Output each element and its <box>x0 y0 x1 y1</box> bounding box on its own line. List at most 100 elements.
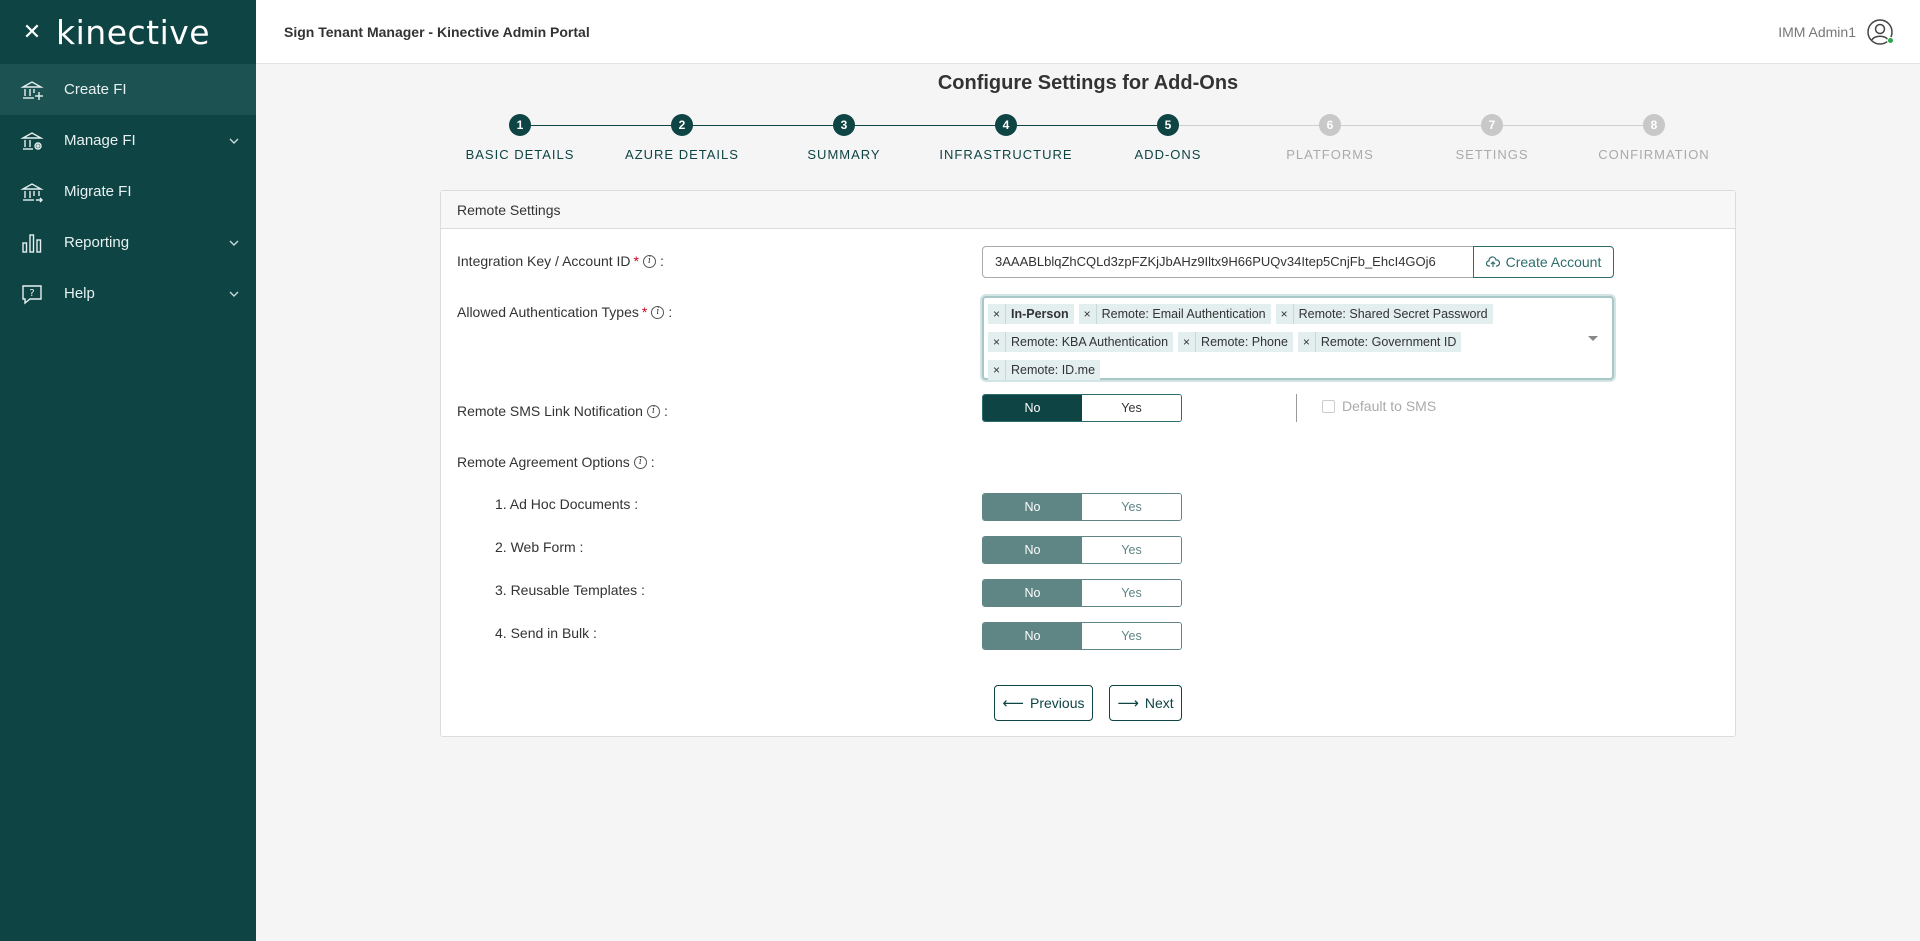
remote-settings-card: Remote Settings Integration Key / Accoun… <box>440 190 1736 737</box>
toggle-yes[interactable]: Yes <box>1082 537 1181 563</box>
toggle-no[interactable]: No <box>983 537 1082 563</box>
sidebar-item-help[interactable]: ? Help <box>0 268 256 319</box>
arrow-left-icon: ⟵ <box>1002 695 1025 712</box>
user-name[interactable]: IMM Admin1 <box>1778 24 1856 40</box>
integration-key-label-row: Integration Key / Account ID * i : <box>457 253 664 269</box>
sidebar-item-reporting[interactable]: Reporting <box>0 217 256 268</box>
bar-chart-icon <box>20 231 44 255</box>
close-icon[interactable]: ✕ <box>20 21 44 43</box>
online-status-dot <box>1887 36 1894 44</box>
logo: kinective <box>56 12 211 52</box>
chevron-down-icon <box>229 291 239 297</box>
previous-label: Previous <box>1030 695 1085 711</box>
integration-key-input[interactable]: 3AAABLblqZhCQLd3zpFZKjJbAHz9Iltx9H66PUQv… <box>982 246 1475 278</box>
ad-hoc-documents-toggle[interactable]: No Yes <box>982 493 1182 521</box>
chip-remove-icon[interactable]: × <box>1276 304 1294 324</box>
step-settings: 7 SETTINGS <box>1411 112 1573 162</box>
sms-label-row: Remote SMS Link Notification i : <box>457 403 668 419</box>
auth-types-multiselect[interactable]: × In-Person × Remote: Email Authentication… <box>982 296 1614 380</box>
required-marker: * <box>633 253 639 269</box>
step-number: 1 <box>509 114 531 136</box>
chip-remove-icon[interactable]: × <box>988 332 1006 352</box>
next-button[interactable]: ⟶ Next <box>1109 685 1182 721</box>
reusable-templates-toggle[interactable]: No Yes <box>982 579 1182 607</box>
step-azure-details: 2 AZURE DETAILS <box>601 112 763 162</box>
toggle-yes[interactable]: Yes <box>1082 623 1181 649</box>
toggle-yes[interactable]: Yes <box>1082 395 1181 421</box>
arrow-right-icon: ⟶ <box>1117 695 1139 712</box>
toggle-yes[interactable]: Yes <box>1082 494 1181 520</box>
info-icon[interactable]: i <box>646 404 660 418</box>
sidebar-item-label: Manage FI <box>64 132 136 149</box>
step-label: AZURE DETAILS <box>625 147 739 162</box>
step-number: 3 <box>833 114 855 136</box>
chip-remove-icon[interactable]: × <box>988 304 1006 324</box>
sidebar-item-label: Reporting <box>64 234 130 251</box>
auth-types-label: Allowed Authentication Types <box>457 304 639 320</box>
step-platforms: 6 PLATFORMS <box>1249 112 1411 162</box>
step-number: 6 <box>1319 114 1341 136</box>
bank-migrate-icon <box>20 180 44 204</box>
sidebar-item-manage-fi[interactable]: Manage FI <box>0 115 256 166</box>
toggle-no[interactable]: No <box>983 494 1082 520</box>
chevron-down-icon <box>229 240 239 246</box>
sidebar: ✕ kinective Create FI Manage FI Migrate … <box>0 0 256 941</box>
info-icon[interactable]: i <box>633 455 647 469</box>
sidebar-item-label: Migrate FI <box>64 183 132 200</box>
next-label: Next <box>1144 695 1174 711</box>
auth-types-chips: × In-Person × Remote: Email Authentication… <box>988 302 1583 386</box>
step-label: SETTINGS <box>1455 147 1529 162</box>
chip-government-id: × Remote: Government ID <box>1297 332 1462 352</box>
chip-label: Remote: Shared Secret Password <box>1298 307 1488 321</box>
cloud-upload-icon <box>1485 256 1500 267</box>
toggle-no[interactable]: No <box>983 395 1082 421</box>
user-avatar-icon[interactable] <box>1866 18 1894 46</box>
agreement-option-label: 3. Reusable Templates : <box>495 582 645 598</box>
colon: : <box>663 403 668 419</box>
create-account-button[interactable]: Create Account <box>1473 246 1614 278</box>
info-icon[interactable]: i <box>651 305 665 319</box>
agreement-option-label: 1. Ad Hoc Documents : <box>495 496 639 512</box>
web-form-toggle[interactable]: No Yes <box>982 536 1182 564</box>
card-title: Remote Settings <box>441 191 1735 229</box>
checkbox-box[interactable] <box>1322 399 1335 413</box>
sidebar-item-migrate-fi[interactable]: Migrate FI <box>0 166 256 217</box>
chip-email-auth: × Remote: Email Authentication <box>1078 304 1271 324</box>
help-chat-icon: ? <box>20 282 44 306</box>
dropdown-caret-icon[interactable] <box>1588 336 1598 341</box>
step-label: ADD-ONS <box>1134 147 1202 162</box>
toggle-yes[interactable]: Yes <box>1082 580 1181 606</box>
chip-remove-icon[interactable]: × <box>1178 332 1197 352</box>
previous-button[interactable]: ⟵ Previous <box>994 685 1093 721</box>
chip-label: Remote: Email Authentication <box>1101 307 1266 321</box>
toggle-no[interactable]: No <box>983 580 1082 606</box>
step-add-ons: 5 ADD-ONS <box>1087 112 1249 162</box>
chip-phone: × Remote: Phone <box>1178 332 1293 352</box>
step-infrastructure: 4 INFRASTRUCTURE <box>925 112 1087 162</box>
step-label: INFRASTRUCTURE <box>939 147 1073 162</box>
chip-label: Remote: Government ID <box>1320 335 1457 349</box>
auth-types-label-row: Allowed Authentication Types * i : <box>457 304 672 320</box>
default-to-sms-checkbox[interactable]: Default to SMS <box>1322 398 1436 414</box>
agreement-option-label: 2. Web Form : <box>495 539 584 555</box>
colon: : <box>668 304 673 320</box>
colon: : <box>650 454 655 470</box>
sms-toggle[interactable]: No Yes <box>982 394 1182 422</box>
info-icon[interactable]: i <box>643 254 656 268</box>
chip-remove-icon[interactable]: × <box>1298 332 1316 352</box>
chip-remove-icon[interactable]: × <box>1079 304 1097 324</box>
step-label: CONFIRMATION <box>1598 147 1710 162</box>
toggle-no[interactable]: No <box>983 623 1082 649</box>
sidebar-item-label: Help <box>64 285 95 302</box>
sidebar-item-create-fi[interactable]: Create FI <box>0 64 256 115</box>
brand: ✕ kinective <box>0 0 256 64</box>
chip-in-person: × In-Person <box>988 304 1074 324</box>
step-number: 8 <box>1643 114 1665 136</box>
chip-label: Remote: ID.me <box>1011 363 1096 377</box>
app-title: Sign Tenant Manager - Kinective Admin Po… <box>284 23 590 40</box>
send-in-bulk-toggle[interactable]: No Yes <box>982 622 1182 650</box>
chip-remove-icon[interactable]: × <box>988 360 1006 380</box>
step-number: 7 <box>1481 114 1503 136</box>
step-number: 5 <box>1157 114 1179 136</box>
required-marker: * <box>641 304 648 320</box>
